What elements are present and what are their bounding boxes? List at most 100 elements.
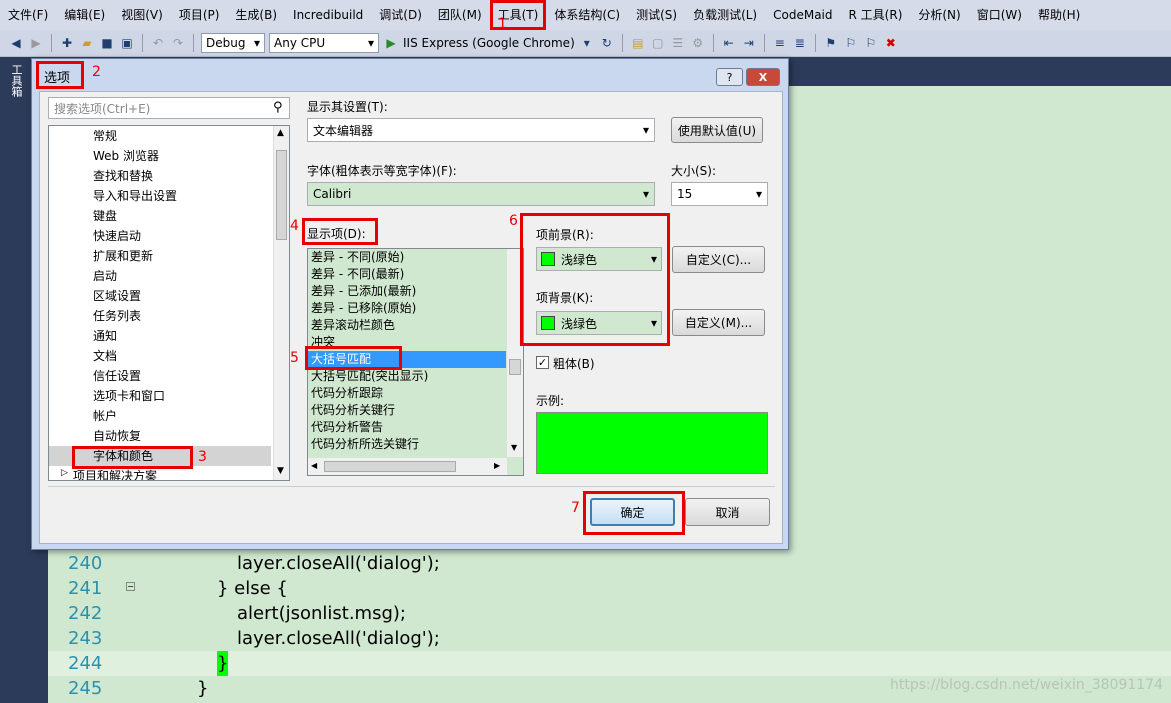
open-folder-icon[interactable]: ▰: [79, 35, 95, 51]
menu-team[interactable]: 团队(M): [430, 0, 490, 30]
cancel-button[interactable]: 取消: [685, 498, 770, 526]
search-input[interactable]: 搜索选项(Ctrl+E): [48, 97, 290, 119]
collapse-icon[interactable]: −: [126, 582, 135, 591]
tree-item[interactable]: 启动: [93, 266, 117, 286]
tree-item[interactable]: 快速启动: [93, 226, 141, 246]
platform-select[interactable]: Any CPU ▾: [269, 33, 379, 53]
next-bookmark-icon[interactable]: ⚐: [863, 35, 879, 51]
toolbar-separator: [142, 34, 143, 52]
background-select[interactable]: 浅绿色 ▾: [536, 311, 662, 335]
uncomment-lines-icon[interactable]: ≣: [792, 35, 808, 51]
foreground-select[interactable]: 浅绿色 ▾: [536, 247, 662, 271]
menu-test[interactable]: 测试(S): [628, 0, 685, 30]
comment-lines-icon[interactable]: ≡: [772, 35, 788, 51]
save-icon[interactable]: ■: [99, 35, 115, 51]
format-icon[interactable]: ⚙: [690, 35, 706, 51]
list-item[interactable]: 差异 - 不同(原始): [311, 249, 404, 266]
help-button[interactable]: ?: [716, 68, 743, 86]
tree-item[interactable]: 区域设置: [93, 286, 141, 306]
tree-item[interactable]: 导入和导出设置: [93, 186, 177, 206]
menu-view[interactable]: 视图(V): [113, 0, 171, 30]
show-settings-value: 文本编辑器: [313, 123, 374, 138]
list-item[interactable]: 差异 - 已移除(原始): [311, 300, 416, 317]
menu-help[interactable]: 帮助(H): [1030, 0, 1088, 30]
new-project-icon[interactable]: ✚: [59, 35, 75, 51]
run-button[interactable]: IIS Express (Google Chrome): [403, 36, 575, 50]
tree-scrollbar[interactable]: ▲ ▼: [273, 126, 289, 480]
menu-codemaid[interactable]: CodeMaid: [765, 0, 840, 30]
config-select[interactable]: Debug ▾: [201, 33, 265, 53]
list-item[interactable]: 大括号匹配(突出显示): [311, 368, 428, 385]
use-defaults-button[interactable]: 使用默认值(U): [671, 117, 763, 143]
increase-indent-icon[interactable]: ⇥: [741, 35, 757, 51]
refresh-icon[interactable]: ↻: [599, 35, 615, 51]
custom-foreground-button[interactable]: 自定义(C)...: [672, 246, 765, 273]
tree-item[interactable]: 信任设置: [93, 366, 141, 386]
chevron-down-icon[interactable]: ▾: [579, 35, 595, 51]
play-icon[interactable]: ▶: [383, 35, 399, 51]
tree-item[interactable]: 扩展和更新: [93, 246, 153, 266]
redo-icon[interactable]: ↷: [170, 35, 186, 51]
menu-file[interactable]: 文件(F): [0, 0, 56, 30]
bold-checkbox[interactable]: ✓: [536, 356, 549, 369]
tree-item[interactable]: 任务列表: [93, 306, 141, 326]
tree-item[interactable]: Web 浏览器: [93, 146, 159, 166]
bookmark-icon[interactable]: ⚑: [823, 35, 839, 51]
list-item[interactable]: 差异滚动栏颜色: [311, 317, 395, 334]
tree-item[interactable]: 查找和替换: [93, 166, 153, 186]
background-swatch: [541, 316, 555, 330]
menu-build[interactable]: 生成(B): [227, 0, 285, 30]
scroll-down-icon[interactable]: ▼: [277, 466, 284, 476]
menu-r-tools[interactable]: R 工具(R): [841, 0, 911, 30]
menu-analyze[interactable]: 分析(N): [910, 0, 968, 30]
list-item[interactable]: 差异 - 已添加(最新): [311, 283, 416, 300]
undo-icon[interactable]: ↶: [150, 35, 166, 51]
size-select[interactable]: 15 ▾: [671, 182, 768, 206]
menu-project[interactable]: 项目(P): [171, 0, 228, 30]
menu-incredibuild[interactable]: Incredibuild: [285, 0, 371, 30]
list-item[interactable]: 代码分析跟踪: [311, 385, 383, 402]
show-settings-select[interactable]: 文本编辑器 ▾: [307, 118, 655, 142]
toolbox-tab[interactable]: 工具箱: [8, 64, 24, 97]
menu-architecture[interactable]: 体系结构(C): [546, 0, 628, 30]
comment-icon[interactable]: ▢: [650, 35, 666, 51]
scrollbar-thumb[interactable]: [324, 461, 456, 472]
tree-item[interactable]: 帐户: [93, 406, 117, 426]
list-item[interactable]: 代码分析警告: [311, 419, 383, 436]
publish-icon[interactable]: ▤: [630, 35, 646, 51]
scroll-left-icon[interactable]: ◀: [311, 461, 317, 470]
scroll-up-icon[interactable]: ▲: [277, 128, 284, 138]
scrollbar-thumb[interactable]: [509, 359, 521, 375]
forward-icon[interactable]: ▶: [28, 35, 44, 51]
tree-item[interactable]: 选项卡和窗口: [93, 386, 165, 406]
custom-background-button[interactable]: 自定义(M)...: [672, 309, 765, 336]
prev-bookmark-icon[interactable]: ⚐: [843, 35, 859, 51]
tree-item[interactable]: 键盘: [93, 206, 117, 226]
ok-button[interactable]: 确定: [590, 498, 675, 526]
tree-item[interactable]: 常规: [93, 126, 117, 146]
list-item[interactable]: 代码分析关键行: [311, 402, 395, 419]
scroll-right-icon[interactable]: ▶: [494, 461, 500, 470]
list-item[interactable]: 差异 - 不同(最新): [311, 266, 404, 283]
tree-item[interactable]: 通知: [93, 326, 117, 346]
scrollbar-thumb[interactable]: [276, 150, 287, 240]
list-hscrollbar[interactable]: ◀ ▶: [308, 458, 507, 475]
clear-bookmarks-icon[interactable]: ✖: [883, 35, 899, 51]
decrease-indent-icon[interactable]: ⇤: [721, 35, 737, 51]
scroll-down-icon[interactable]: ▼: [511, 443, 517, 452]
menu-debug[interactable]: 调试(D): [371, 0, 430, 30]
options-tree[interactable]: 常规 Web 浏览器 查找和替换 导入和导出设置 键盘 快速启动 扩展和更新 启…: [48, 125, 290, 481]
back-icon[interactable]: ◀: [8, 35, 24, 51]
save-all-icon[interactable]: ▣: [119, 35, 135, 51]
font-select[interactable]: Calibri ▾: [307, 182, 655, 206]
indent-icon[interactable]: ☰: [670, 35, 686, 51]
foreground-swatch: [541, 252, 555, 266]
list-item[interactable]: 代码分析所选关键行: [311, 436, 419, 453]
tree-item[interactable]: 文档: [93, 346, 117, 366]
expand-icon[interactable]: ▷: [61, 468, 68, 478]
tree-item[interactable]: 自动恢复: [93, 426, 141, 446]
menu-load-test[interactable]: 负载测试(L): [685, 0, 765, 30]
close-button[interactable]: X: [746, 68, 780, 86]
menu-window[interactable]: 窗口(W): [969, 0, 1030, 30]
menu-edit[interactable]: 编辑(E): [56, 0, 113, 30]
